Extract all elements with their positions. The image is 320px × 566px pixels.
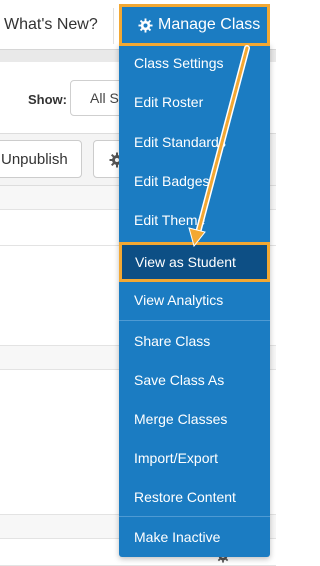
menu-item-edit-roster[interactable]: Edit Roster xyxy=(119,83,270,122)
menu-item-label: Edit Roster xyxy=(134,94,204,110)
menu-item-share-class[interactable]: Share Class xyxy=(119,322,270,361)
manage-class-button[interactable]: Manage Class xyxy=(119,4,270,46)
menu-item-label: View as Student xyxy=(135,254,236,270)
menu-item-label: Share Class xyxy=(134,333,211,349)
menu-item-view-as-student[interactable]: View as Student xyxy=(119,242,270,282)
menu-item-edit-standards[interactable]: Edit Standards xyxy=(119,123,270,162)
gear-icon xyxy=(138,18,153,33)
menu-item-label: Save Class As xyxy=(134,372,225,388)
divider xyxy=(113,8,114,44)
menu-item-label: Class Settings xyxy=(134,55,224,71)
unpublish-label: Unpublish xyxy=(1,151,68,168)
menu-item-edit-theme[interactable]: Edit Theme xyxy=(119,201,270,240)
menu-item-label: View Analytics xyxy=(134,292,224,308)
menu-item-label: Restore Content xyxy=(134,489,236,505)
menu-item-label: Make Inactive xyxy=(134,529,221,545)
menu-item-label: Merge Classes xyxy=(134,411,228,427)
show-select-value: All S xyxy=(90,90,119,106)
whats-new-link[interactable]: What's New? xyxy=(4,16,98,34)
manage-class-label: Manage Class xyxy=(158,16,261,33)
menu-divider xyxy=(119,320,270,321)
menu-item-label: Edit Standards xyxy=(134,134,226,150)
menu-item-merge-classes[interactable]: Merge Classes xyxy=(119,400,270,439)
unpublish-button[interactable]: Unpublish xyxy=(0,140,82,178)
menu-item-label: Edit Badges xyxy=(134,173,210,189)
menu-item-restore-content[interactable]: Restore Content xyxy=(119,478,270,517)
manage-class-menu: Class Settings Edit Roster Edit Standard… xyxy=(119,44,270,557)
menu-item-class-settings[interactable]: Class Settings xyxy=(119,44,270,83)
menu-item-save-class-as[interactable]: Save Class As xyxy=(119,361,270,400)
menu-item-import-export[interactable]: Import/Export xyxy=(119,439,270,478)
menu-divider xyxy=(119,516,270,517)
show-label: Show: xyxy=(28,92,67,107)
menu-item-label: Edit Theme xyxy=(134,212,206,228)
menu-item-view-analytics[interactable]: View Analytics xyxy=(119,281,270,320)
menu-item-label: Import/Export xyxy=(134,450,219,466)
menu-item-edit-badges[interactable]: Edit Badges xyxy=(119,162,270,201)
menu-item-make-inactive[interactable]: Make Inactive xyxy=(119,518,270,557)
